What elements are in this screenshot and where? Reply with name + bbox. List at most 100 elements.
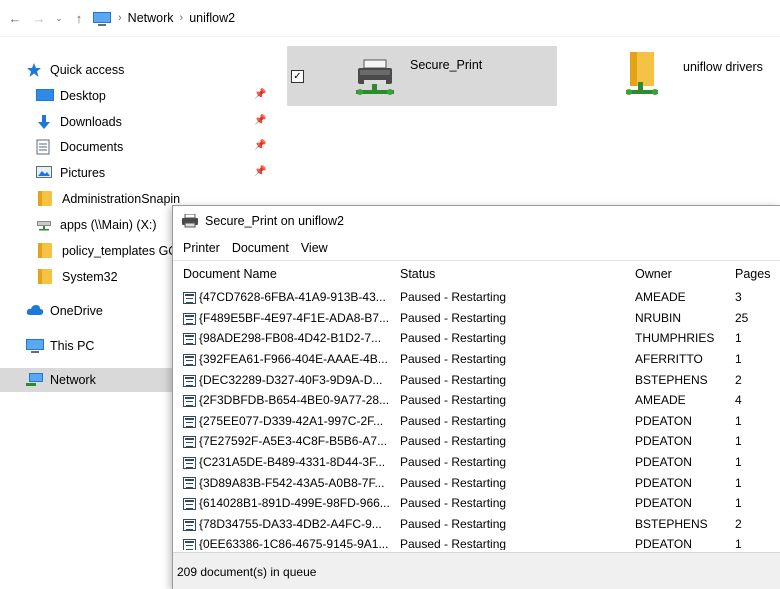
up-arrow-icon[interactable]: ↑ (70, 9, 88, 27)
nav-label: policy_templates GO (62, 244, 179, 258)
status-bar: 209 document(s) in queue (173, 552, 780, 589)
cell-document-name: {275EE077-D339-42A1-997C-2F... (173, 414, 398, 428)
cell-document-name: {98ADE298-FB08-4D42-B1D2-7... (173, 331, 398, 345)
folder-icon (38, 243, 56, 259)
nav-item-downloads[interactable]: Downloads 📌 (36, 110, 270, 134)
cell-status: Paused - Restarting (400, 413, 507, 428)
table-row[interactable]: {98ADE298-FB08-4D42-B1D2-7... Paused - Re… (173, 328, 780, 349)
desktop-icon (36, 88, 54, 104)
recent-locations-chevron-icon[interactable]: ⌄ (50, 9, 68, 27)
nav-label: This PC (50, 339, 95, 353)
nav-label: System32 (62, 270, 118, 284)
table-row[interactable]: {3D89A83B-F542-43A5-A0B8-7F... Paused - R… (173, 472, 780, 493)
print-queue-window: Secure_Print on uniflow2 Printer Documen… (172, 205, 780, 589)
cell-document-name: {C231A5DE-B489-4331-8D44-3F... (173, 455, 398, 469)
table-row[interactable]: {275EE077-D339-42A1-997C-2F... Paused - R… (173, 411, 780, 432)
cell-pages: 1 (735, 475, 742, 490)
nav-item-system32[interactable]: System32 (38, 265, 118, 289)
nav-item-pictures[interactable]: Pictures 📌 (36, 161, 270, 185)
download-arrow-icon (36, 114, 54, 130)
pin-icon[interactable]: 📌 (254, 89, 266, 101)
back-arrow-icon[interactable]: ← (6, 9, 24, 27)
print-document-icon (183, 456, 196, 469)
cell-status: Paused - Restarting (400, 290, 507, 305)
menu-document[interactable]: Document (232, 241, 289, 255)
table-row[interactable]: {7E27592F-A5E3-4C8F-B5B6-A7... Paused - R… (173, 431, 780, 452)
cloud-icon (26, 303, 44, 319)
nav-label: OneDrive (50, 304, 103, 318)
cell-document-name: {47CD7628-6FBA-41A9-913B-43... (173, 290, 398, 304)
cell-pages: 2 (735, 372, 742, 387)
cell-owner: PDEATON (635, 496, 692, 511)
cell-owner: BSTEPHENS (635, 516, 708, 531)
column-header-document-name[interactable]: Document Name (173, 267, 398, 281)
document-name: {2F3DBFDB-B654-4BE0-9A77-28... (199, 393, 390, 408)
nav-item-administrationsnapin[interactable]: AdministrationSnapin (38, 187, 180, 211)
document-name: {614028B1-891D-499E-98FD-966... (199, 496, 390, 511)
table-row[interactable]: {2F3DBFDB-B654-4BE0-9A77-28... Paused - R… (173, 390, 780, 411)
nav-item-this-pc[interactable]: This PC (26, 334, 94, 358)
cell-document-name: {614028B1-891D-499E-98FD-966... (173, 496, 398, 510)
document-name: {47CD7628-6FBA-41A9-913B-43... (199, 290, 386, 305)
document-name: {98ADE298-FB08-4D42-B1D2-7... (199, 331, 382, 346)
breadcrumb-uniflow2[interactable]: uniflow2 (189, 11, 235, 25)
nav-label: AdministrationSnapin (62, 192, 181, 206)
table-row[interactable]: {78D34755-DA33-4DB2-A4FC-9... Paused - Re… (173, 514, 780, 535)
document-name: {78D34755-DA33-4DB2-A4FC-9... (199, 516, 382, 531)
table-row[interactable]: {392FEA61-F966-404E-AAAE-4B... Paused - R… (173, 349, 780, 370)
pin-icon[interactable]: 📌 (254, 140, 266, 152)
print-document-icon (183, 333, 196, 346)
table-row[interactable]: {C231A5DE-B489-4331-8D44-3F... Paused - R… (173, 452, 780, 473)
checkbox-secure-print[interactable]: ✓ (291, 70, 304, 83)
computer-icon (92, 11, 112, 26)
forward-arrow-icon[interactable]: → (30, 9, 48, 27)
print-document-icon (183, 498, 196, 511)
table-row[interactable]: {DEC32289-D327-40F3-9D9A-D... Paused - Re… (173, 369, 780, 390)
address-bar: ← → ⌄ ↑ › Network › uniflow2 (0, 0, 780, 36)
nav-item-documents[interactable]: Documents 📌 (36, 135, 270, 159)
breadcrumb-network[interactable]: Network (128, 11, 174, 25)
nav-item-onedrive[interactable]: OneDrive (26, 299, 103, 323)
shared-folder-icon[interactable] (624, 50, 664, 98)
cell-pages: 1 (735, 455, 742, 470)
table-row[interactable]: {614028B1-891D-499E-98FD-966... Paused - … (173, 493, 780, 514)
document-name: {DEC32289-D327-40F3-9D9A-D... (199, 372, 383, 387)
menu-printer[interactable]: Printer (183, 241, 220, 255)
document-list[interactable]: Document Name Status Owner Pages {47CD76… (173, 260, 780, 550)
nav-item-apps-drive[interactable]: apps (\\Main) (X:) (36, 213, 157, 237)
column-header-owner[interactable]: Owner (635, 267, 735, 281)
computer-icon (26, 338, 44, 354)
cell-owner: AFERRITTO (635, 352, 703, 367)
cell-pages: 1 (735, 352, 742, 367)
table-row[interactable]: {F489E5BF-4E97-4F1E-ADA8-B7... Paused - R… (173, 308, 780, 329)
nav-item-network[interactable]: Network (0, 368, 172, 392)
print-document-icon (183, 539, 196, 550)
print-document-icon (183, 395, 196, 408)
pin-icon[interactable]: 📌 (254, 115, 266, 127)
menu-view[interactable]: View (301, 241, 328, 255)
cell-document-name: {2F3DBFDB-B654-4BE0-9A77-28... (173, 393, 398, 407)
nav-item-quick-access[interactable]: Quick access (26, 58, 124, 82)
tile-label[interactable]: uniflow drivers (683, 60, 763, 74)
tile-secure-print-selected[interactable] (287, 46, 557, 106)
cell-owner: PDEATON (635, 537, 692, 550)
column-header-pages[interactable]: Pages (735, 267, 780, 281)
document-name: {F489E5BF-4E97-4F1E-ADA8-B7... (199, 310, 390, 325)
pin-icon[interactable]: 📌 (254, 166, 266, 178)
cell-owner: PDEATON (635, 475, 692, 490)
folder-icon (38, 191, 56, 207)
nav-label: Quick access (50, 63, 125, 77)
queue-count: 209 document(s) in queue (177, 564, 317, 579)
nav-item-desktop[interactable]: Desktop 📌 (36, 84, 270, 108)
window-titlebar[interactable]: Secure_Print on uniflow2 (173, 206, 780, 236)
table-row[interactable]: {47CD7628-6FBA-41A9-913B-43... Paused - R… (173, 287, 780, 308)
cell-document-name: {3D89A83B-F542-43A5-A0B8-7F... (173, 476, 398, 490)
nav-item-policy-templates[interactable]: policy_templates GO (38, 239, 178, 263)
cell-owner: NRUBIN (635, 310, 682, 325)
print-document-icon (183, 292, 196, 305)
cell-document-name: {DEC32289-D327-40F3-9D9A-D... (173, 373, 398, 387)
table-row[interactable]: {0EE63386-1C86-4675-9145-9A1... Paused - … (173, 534, 780, 550)
chevron-right-icon: › (179, 12, 184, 24)
column-header-status[interactable]: Status (398, 267, 635, 281)
print-document-icon (183, 312, 196, 325)
